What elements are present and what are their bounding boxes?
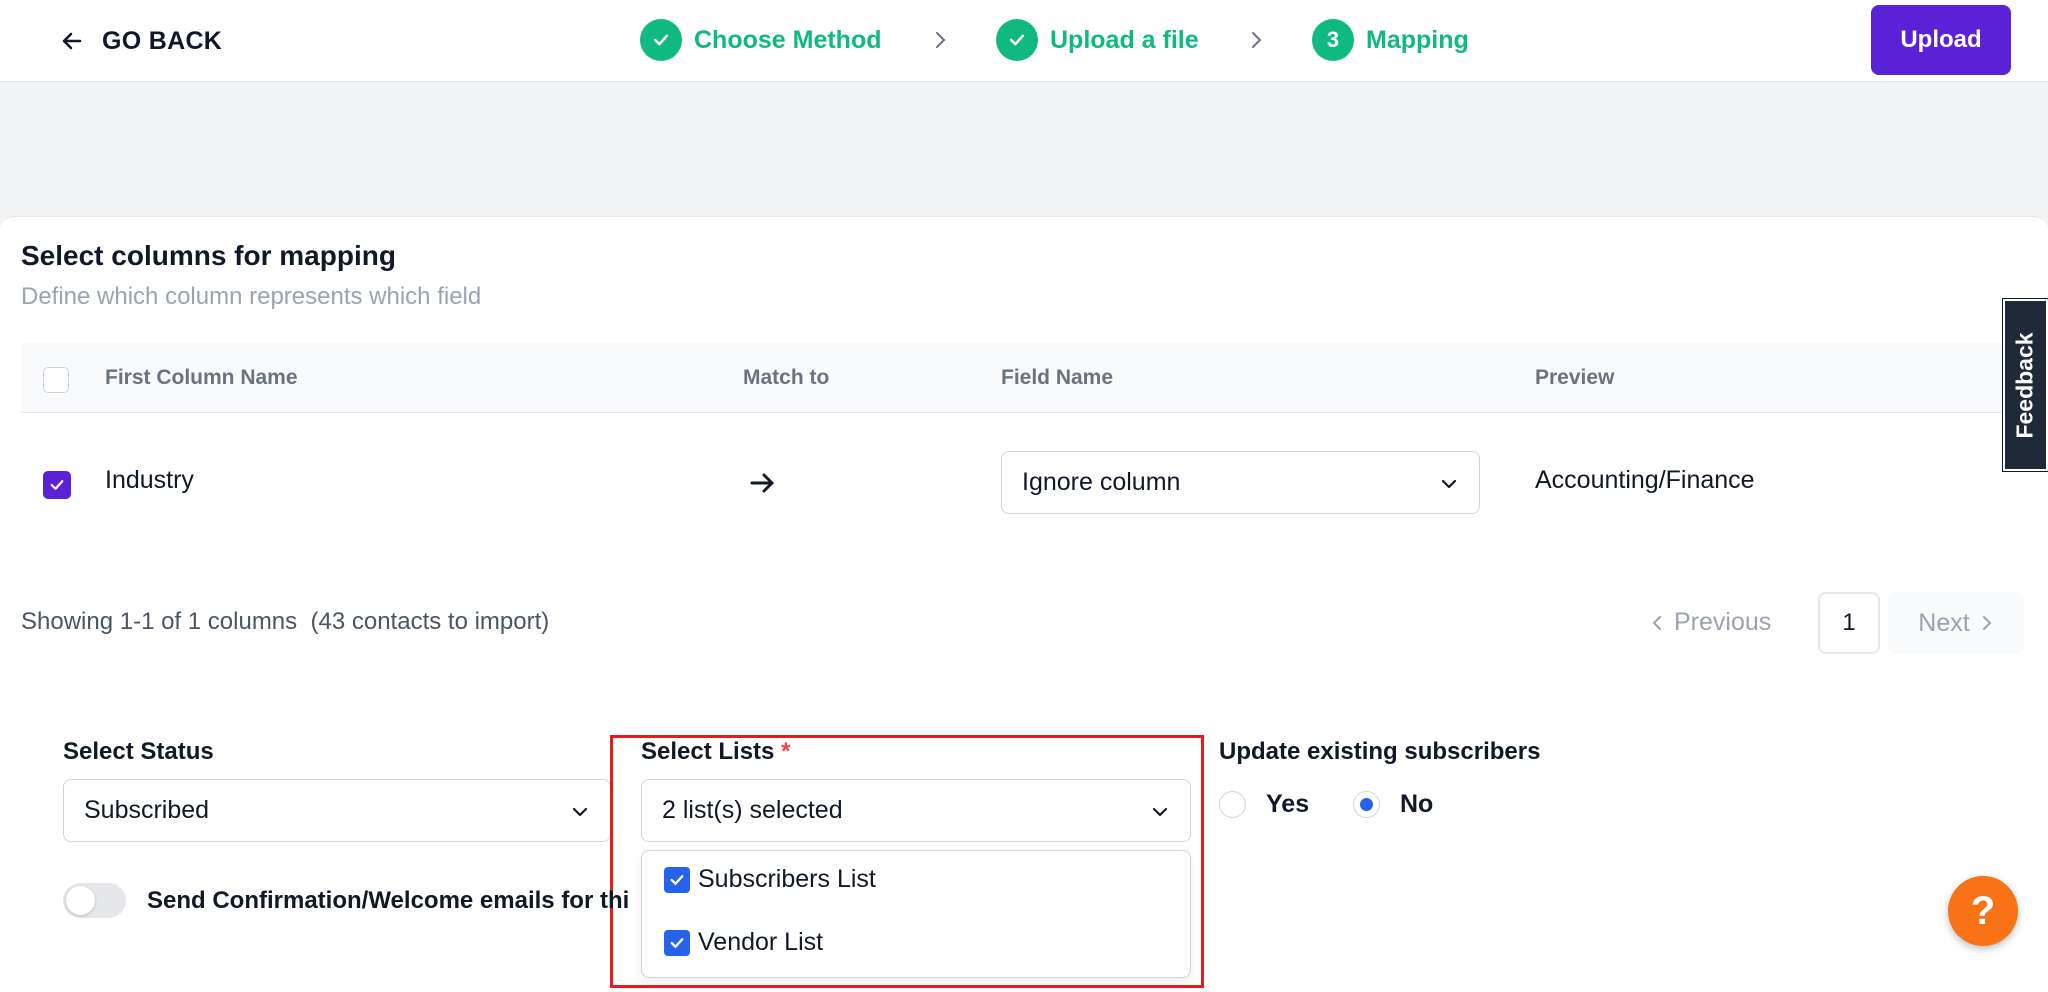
list-option-vendor[interactable]: Vendor List: [664, 928, 823, 957]
chevron-right-icon: [1252, 32, 1262, 48]
showing-text: Showing 1-1 of 1 columns: [21, 608, 298, 635]
table-row: Industry Ignore column Accounting/Financ…: [21, 414, 2048, 550]
check-icon: [670, 937, 684, 948]
contacts-count: (43 contacts to import): [310, 608, 550, 635]
column-header-preview: Preview: [1535, 366, 1615, 389]
help-button[interactable]: ?: [1948, 876, 2018, 946]
toggle-knob: [66, 886, 95, 915]
radio-button[interactable]: [1219, 791, 1246, 818]
lists-select[interactable]: 2 list(s) selected: [641, 779, 1191, 842]
step-label: Choose Method: [694, 25, 882, 54]
status-value: Subscribed: [84, 796, 210, 824]
step-label: Upload a file: [1050, 25, 1199, 54]
step-number: 3: [1312, 19, 1354, 61]
chevron-down-icon: [1152, 807, 1168, 817]
pagination-summary: Showing 1-1 of 1 columns (43 contacts to…: [21, 608, 549, 636]
field-name-value: Ignore column: [1022, 468, 1181, 496]
feedback-tab[interactable]: Feedback: [2002, 298, 2048, 472]
step-upload-file: Upload a file: [996, 19, 1199, 61]
field-name-select[interactable]: Ignore column: [1001, 451, 1480, 514]
confirmation-email-label: Send Confirmation/Welcome emails for thi: [147, 887, 630, 914]
column-name: Industry: [105, 466, 194, 494]
status-select[interactable]: Subscribed: [63, 779, 611, 842]
list-option-checkbox[interactable]: [664, 866, 690, 893]
upload-button[interactable]: Upload: [1871, 5, 2011, 75]
check-icon: [50, 480, 64, 490]
step-choose-method: Choose Method: [640, 19, 882, 61]
go-back-button[interactable]: GO BACK: [60, 22, 222, 60]
step-mapping: 3 Mapping: [1312, 19, 1469, 61]
page-title: Select columns for mapping: [21, 240, 396, 271]
check-icon: [640, 19, 682, 61]
arrow-left-icon: [62, 32, 82, 50]
previous-label: Previous: [1674, 608, 1772, 636]
step-label: Mapping: [1366, 25, 1469, 54]
table-header: First Column Name Match to Field Name Pr…: [21, 343, 2048, 413]
list-option-subscribers[interactable]: Subscribers List: [664, 865, 876, 894]
chevron-down-icon: [1441, 479, 1457, 489]
top-bar: GO BACK Choose Method Upload a file 3 Ma…: [0, 0, 2048, 82]
page-subtitle: Define which column represents which fie…: [21, 283, 482, 310]
radio-button[interactable]: [1353, 791, 1380, 818]
select-lists-text: Select Lists: [641, 738, 775, 765]
next-label: Next: [1918, 608, 1970, 637]
next-button[interactable]: Next: [1888, 592, 2024, 654]
go-back-label: GO BACK: [102, 26, 223, 55]
column-header-match-to: Match to: [743, 366, 830, 389]
radio-selected-dot: [1360, 798, 1373, 811]
chevron-right-icon: [936, 32, 946, 48]
required-asterisk: *: [781, 738, 791, 765]
update-yes-radio[interactable]: Yes: [1219, 790, 1309, 819]
chevron-left-icon: [1652, 615, 1661, 630]
arrow-right-icon: [750, 473, 774, 493]
check-icon: [996, 19, 1038, 61]
list-option-label: Vendor List: [698, 928, 824, 956]
check-icon: [670, 874, 684, 885]
list-option-checkbox[interactable]: [664, 929, 690, 956]
row-checkbox[interactable]: [43, 471, 71, 499]
select-lists-label: Select Lists *: [641, 738, 790, 766]
chevron-right-icon: [1982, 616, 1992, 630]
list-option-label: Subscribers List: [698, 865, 876, 893]
confirmation-email-toggle[interactable]: [63, 883, 126, 918]
chevron-down-icon: [572, 807, 588, 817]
update-no-radio[interactable]: No: [1353, 790, 1433, 819]
update-existing-label: Update existing subscribers: [1219, 738, 1541, 765]
lists-value: 2 list(s) selected: [662, 796, 843, 824]
page-number-button[interactable]: 1: [1818, 592, 1880, 654]
feedback-label: Feedback: [2012, 331, 2039, 439]
previous-button[interactable]: Previous: [1650, 608, 1771, 637]
column-header-field-name: Field Name: [1001, 366, 1114, 389]
lists-dropdown-menu: Subscribers List Vendor List: [641, 850, 1191, 978]
select-all-checkbox[interactable]: [43, 367, 69, 393]
preview-value: Accounting/Finance: [1535, 466, 1755, 494]
radio-label: Yes: [1266, 790, 1310, 818]
radio-label: No: [1400, 790, 1434, 818]
select-status-label: Select Status: [63, 738, 214, 765]
column-header-first-column: First Column Name: [105, 366, 298, 389]
